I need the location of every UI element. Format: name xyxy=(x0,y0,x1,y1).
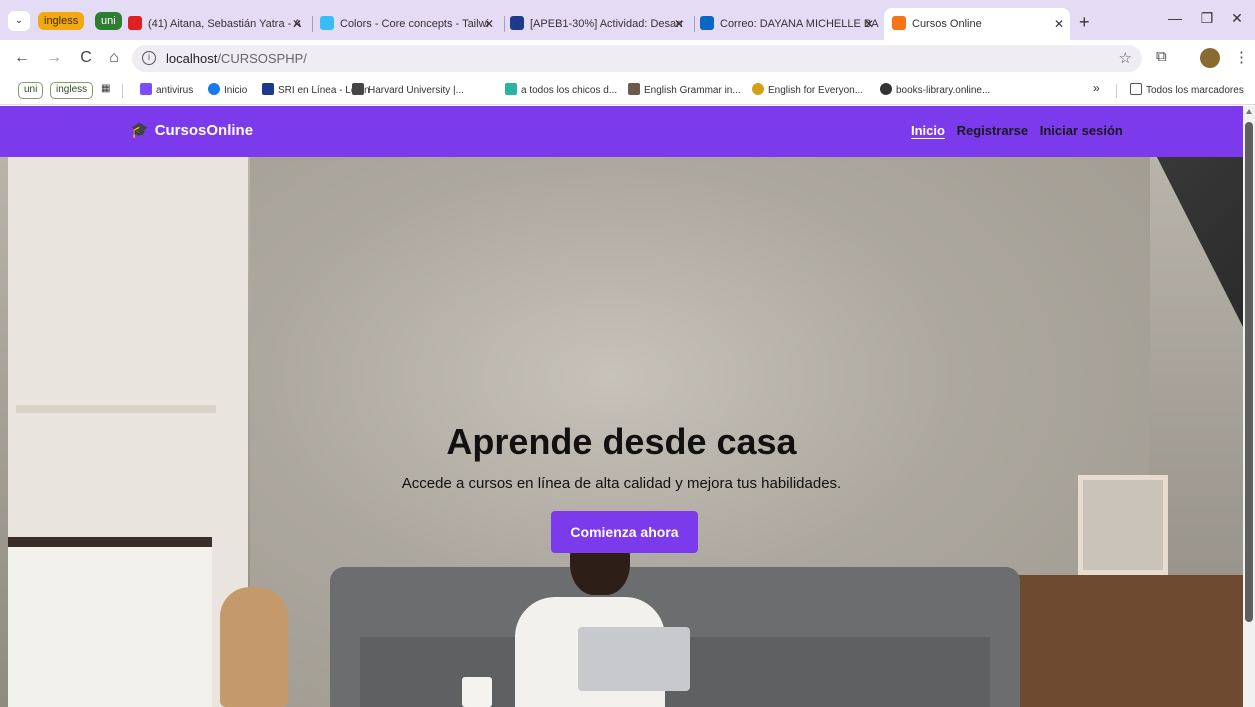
shelf-board xyxy=(16,405,216,413)
scroll-up-icon[interactable] xyxy=(1246,109,1252,114)
tab-activity[interactable]: [APEB1-30%] Actividad: Desarr ✕ xyxy=(510,10,690,38)
hero-title: Aprende desde casa xyxy=(446,421,797,462)
bookmark-star-icon[interactable]: ☆ xyxy=(1119,49,1132,67)
minimize-button[interactable]: — xyxy=(1160,10,1190,26)
browser-toolbar: ← → C ⌂ i localhost/CURSOSPHP/ ☆ ⧉ ⋮ xyxy=(0,40,1255,76)
site-favicon-icon xyxy=(892,16,906,30)
all-bookmarks-folder[interactable]: Todos los marcadores xyxy=(1130,83,1244,96)
hero-section: Aprende desde casa Accede a cursos en lí… xyxy=(0,157,1243,707)
browser-chrome: ⌄ ingless uni (41) Aitana, Sebastián Yat… xyxy=(0,0,1255,105)
wicker-basket xyxy=(220,587,288,707)
bookmark-english-grammar[interactable]: English Grammar in... xyxy=(628,83,741,96)
laptop xyxy=(578,627,690,691)
bookmark-divider xyxy=(122,84,123,98)
bookmarks-bar: uni ingless ▦ antivirus Inicio SRI en Lí… xyxy=(0,76,1255,105)
page-viewport: 🎓 CursosOnline Inicio Registrarse Iniciar… xyxy=(0,106,1243,707)
bookmark-divider xyxy=(1116,84,1117,98)
url-text: localhost/CURSOSPHP/ xyxy=(166,51,307,66)
harvard-icon xyxy=(352,83,364,95)
bookmark-chicos[interactable]: a todos los chicos d... xyxy=(505,83,617,96)
folder-icon xyxy=(1130,83,1142,95)
start-now-button[interactable]: Comienza ahora xyxy=(551,511,698,553)
bookmark-english-everyone[interactable]: English for Everyon... xyxy=(752,83,863,96)
extensions-icon[interactable]: ⧉ xyxy=(1156,48,1167,65)
bookmarks-overflow-button[interactable]: » xyxy=(1093,81,1100,95)
bookmark-inicio[interactable]: Inicio xyxy=(208,83,247,96)
nav-links: Inicio Registrarse Iniciar sesión xyxy=(911,123,1131,138)
tab-mail[interactable]: Correo: DAYANA MICHELLE BA ✕ xyxy=(700,10,880,38)
bookmark-harvard[interactable]: Harvard University |... xyxy=(352,83,464,96)
close-window-button[interactable]: ✕ xyxy=(1222,10,1252,27)
site-info-icon[interactable]: i xyxy=(142,51,156,65)
tab-tailwind[interactable]: Colors - Core concepts - Tailwi ✕ xyxy=(320,10,500,38)
tab-cursos-online[interactable]: Cursos Online ✕ xyxy=(884,8,1070,40)
coffee-mug xyxy=(462,677,492,707)
facebook-icon xyxy=(208,83,220,95)
bookmark-group-uni[interactable]: uni xyxy=(18,82,44,99)
bookmark-books-library[interactable]: books-library.online... xyxy=(880,83,990,96)
home-button[interactable]: ⌂ xyxy=(104,49,124,67)
nav-link-inicio[interactable]: Inicio xyxy=(911,123,945,138)
close-tab-icon[interactable]: ✕ xyxy=(1054,8,1064,40)
tab-group-uni[interactable]: uni xyxy=(95,12,122,30)
antivirus-icon xyxy=(140,83,152,95)
close-tab-icon[interactable]: ✕ xyxy=(292,10,302,38)
tab-group-ingless[interactable]: ingless xyxy=(38,12,85,30)
book-cover-icon xyxy=(628,83,640,95)
outlook-icon xyxy=(700,16,714,30)
site-logo[interactable]: 🎓 CursosOnline xyxy=(130,121,253,139)
nav-link-iniciar-sesion[interactable]: Iniciar sesión xyxy=(1040,123,1123,138)
globe-icon xyxy=(880,83,892,95)
site-navbar: 🎓 CursosOnline Inicio Registrarse Iniciar… xyxy=(0,106,1243,157)
wooden-dresser xyxy=(995,575,1243,707)
kitchen-cabinet xyxy=(8,537,212,707)
tab-strip: ⌄ ingless uni (41) Aitana, Sebastián Yat… xyxy=(0,0,1255,40)
avatar-icon xyxy=(752,83,764,95)
back-button[interactable]: ← xyxy=(12,49,32,67)
tab-divider xyxy=(504,16,505,32)
youtube-icon xyxy=(128,16,142,30)
reload-button[interactable]: C xyxy=(76,49,96,67)
maximize-button[interactable]: ❐ xyxy=(1192,10,1222,27)
bookmark-group-ingless[interactable]: ingless xyxy=(50,82,94,99)
tailwind-icon xyxy=(320,16,334,30)
new-tab-button[interactable]: + xyxy=(1079,12,1090,33)
tab-divider xyxy=(694,16,695,32)
forward-button[interactable]: → xyxy=(44,49,64,67)
university-icon xyxy=(510,16,524,30)
page-scrollbar[interactable] xyxy=(1243,106,1255,707)
nav-link-registrarse[interactable]: Registrarse xyxy=(957,123,1029,138)
sri-icon xyxy=(262,83,274,95)
more-menu-icon[interactable]: ⋮ xyxy=(1234,48,1249,66)
graduation-cap-icon: 🎓 xyxy=(130,122,149,139)
address-bar[interactable]: i localhost/CURSOSPHP/ ☆ xyxy=(132,45,1142,72)
close-tab-icon[interactable]: ✕ xyxy=(484,10,494,38)
tab-youtube[interactable]: (41) Aitana, Sebastián Yatra - A ✕ xyxy=(128,10,308,38)
bookmark-antivirus[interactable]: antivirus xyxy=(140,83,193,96)
apps-grid-icon[interactable]: ▦ xyxy=(101,83,110,94)
close-tab-icon[interactable]: ✕ xyxy=(674,10,684,38)
tab-search-button[interactable]: ⌄ xyxy=(8,11,30,31)
profile-avatar[interactable] xyxy=(1200,48,1220,68)
chat-icon xyxy=(505,83,517,95)
scrollbar-thumb[interactable] xyxy=(1245,122,1253,622)
tab-divider xyxy=(312,16,313,32)
close-tab-icon[interactable]: ✕ xyxy=(864,10,874,38)
hero-subtitle: Accede a cursos en línea de alta calidad… xyxy=(401,475,842,492)
